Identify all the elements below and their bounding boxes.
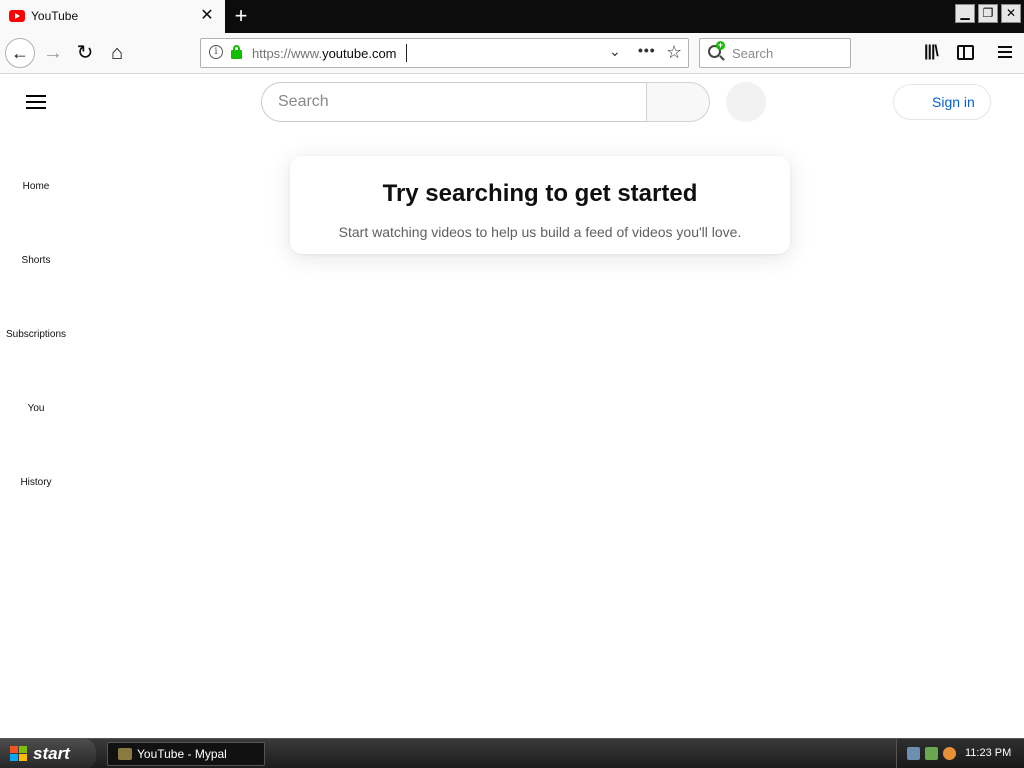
youtube-page: Search Sign in Home Shorts Subscriptions… [0, 75, 1024, 738]
taskbar-item-browser[interactable]: YouTube - Mypal [107, 742, 265, 766]
tab-youtube[interactable]: YouTube ✕ [0, 0, 225, 33]
clock: 11:23 PM [965, 747, 1012, 759]
system-tray: 11:23 PM [896, 739, 1024, 768]
dropdown-icon[interactable]: ⌄ [609, 43, 621, 60]
back-button[interactable]: ← [5, 38, 35, 68]
network-icon[interactable] [907, 747, 920, 760]
hamburger-menu-icon[interactable] [26, 95, 46, 109]
tray-search-icon[interactable] [943, 747, 956, 760]
menu-icon[interactable] [998, 46, 1012, 58]
sidebar-item-you[interactable]: You [0, 403, 72, 414]
empty-feed-subtitle: Start watching videos to help us build a… [338, 224, 742, 240]
back-icon: ← [11, 43, 29, 63]
tab-close-button[interactable]: ✕ [198, 7, 216, 25]
browser-search-placeholder: Search [732, 46, 774, 61]
bookmark-star-icon[interactable]: ☆ [666, 42, 682, 63]
url-bar[interactable]: i https://www.youtube.com ⌄ ••• ☆ [200, 38, 689, 68]
lock-icon[interactable] [231, 45, 242, 59]
start-button[interactable]: start [0, 739, 96, 768]
empty-feed-card: Try searching to get started Start watch… [290, 156, 790, 254]
tab-title: YouTube [31, 9, 79, 23]
window-maximize-button[interactable]: ❐ [978, 4, 998, 23]
sidebar-item-home[interactable]: Home [0, 181, 72, 192]
start-label: start [33, 744, 70, 763]
home-icon: ⌂ [110, 42, 124, 64]
sign-in-button[interactable]: Sign in [893, 84, 991, 120]
text-cursor [406, 44, 407, 62]
taskbar-item-label: YouTube - Mypal [137, 747, 227, 761]
info-icon[interactable]: i [209, 45, 223, 59]
youtube-search-button[interactable] [646, 82, 710, 122]
os-taskbar: start YouTube - Mypal 11:23 PM [0, 738, 1024, 768]
youtube-search-input[interactable]: Search [261, 82, 647, 122]
sidebar-item-shorts[interactable]: Shorts [0, 255, 72, 266]
sign-in-label: Sign in [932, 94, 975, 110]
sidebar-item-history[interactable]: History [0, 477, 72, 488]
window-minimize-button[interactable]: ▁ [955, 4, 975, 23]
library-icon[interactable]: |||\ [924, 43, 939, 61]
forward-button[interactable]: → [38, 38, 68, 68]
browser-search-box[interactable]: + Search [699, 38, 851, 68]
sidebar-icon[interactable] [957, 45, 974, 60]
youtube-favicon-icon [9, 10, 25, 22]
browser-tab-bar: YouTube ✕ + ▁ ❐ ✕ [0, 0, 1024, 33]
home-button[interactable]: ⌂ [102, 38, 132, 68]
mypal-browser-icon [118, 748, 132, 760]
reload-button[interactable]: ↻ [70, 38, 100, 68]
windows-flag-icon [10, 746, 27, 762]
reload-icon: ↻ [76, 42, 94, 64]
add-search-engine-icon: + [716, 40, 725, 50]
youtube-search-placeholder: Search [278, 93, 329, 110]
forward-icon: → [43, 42, 63, 64]
window-close-button[interactable]: ✕ [1001, 4, 1021, 23]
voice-search-button[interactable] [726, 82, 766, 122]
url-text[interactable]: https://www.youtube.com [252, 46, 397, 61]
new-tab-button[interactable]: + [229, 4, 253, 28]
more-icon[interactable]: ••• [638, 42, 656, 58]
sidebar-item-subscriptions[interactable]: Subscriptions [0, 329, 72, 340]
navigation-toolbar: ← → ↻ ⌂ i https://www.youtube.com ⌄ ••• … [0, 33, 1024, 74]
empty-feed-title: Try searching to get started [382, 180, 698, 207]
update-icon[interactable] [925, 747, 938, 760]
